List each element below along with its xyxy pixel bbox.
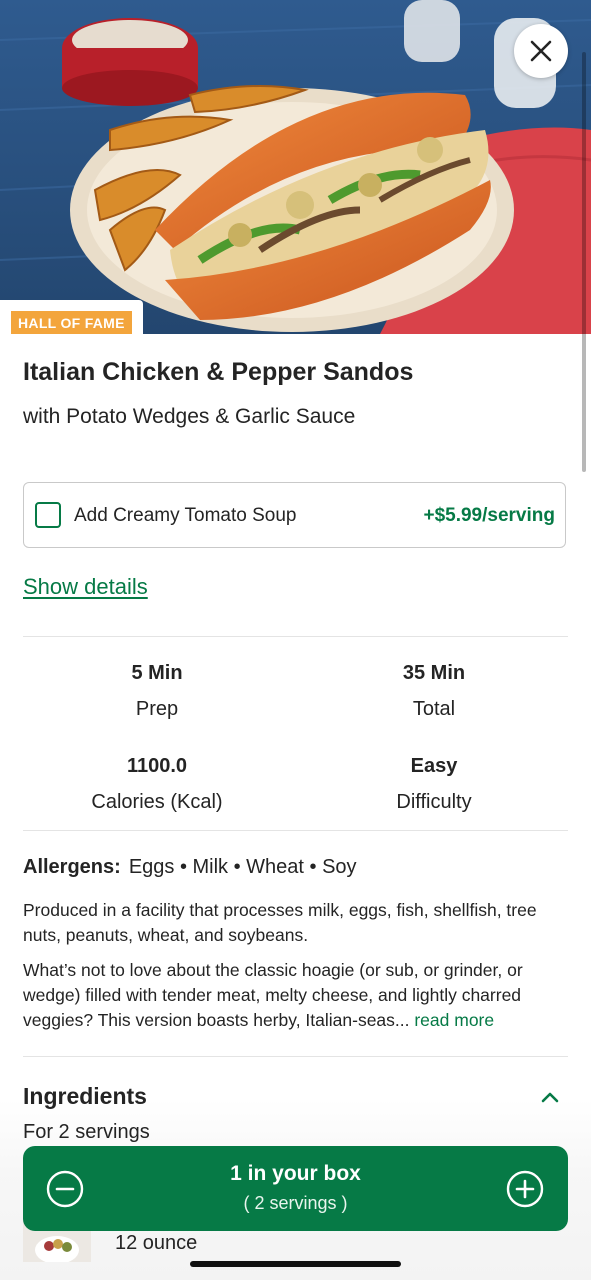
cart-count: 1 in your box xyxy=(230,1162,361,1185)
show-details-link[interactable]: Show details xyxy=(23,574,148,600)
collapse-ingredients-button[interactable] xyxy=(538,1086,562,1110)
ingredients-servings: For 2 servings xyxy=(23,1121,150,1143)
stat-difficulty: Easy Difficulty xyxy=(334,755,534,814)
hall-of-fame-badge: HALL OF FAME xyxy=(11,311,132,334)
divider xyxy=(23,1056,568,1057)
recipe-title: Italian Chicken & Pepper Sandos xyxy=(23,358,414,386)
read-more-link[interactable]: read more xyxy=(414,1010,494,1030)
stat-total: 35 Min Total xyxy=(334,662,534,721)
facility-note: Produced in a facility that processes mi… xyxy=(23,900,537,945)
stat-label: Total xyxy=(412,698,456,720)
home-indicator[interactable] xyxy=(190,1261,401,1267)
recipe-subtitle: with Potato Wedges & Garlic Sauce xyxy=(23,405,356,428)
hero-image xyxy=(0,0,591,334)
close-button[interactable] xyxy=(514,24,568,78)
plus-circle-icon xyxy=(506,1170,544,1208)
stat-label: Difficulty xyxy=(396,791,472,813)
increase-quantity-button[interactable] xyxy=(506,1170,544,1208)
addon-price: +$5.99/serving xyxy=(423,505,555,526)
allergens-label: Allergens: xyxy=(23,856,121,878)
recipe-photo xyxy=(0,0,591,334)
stat-value: 35 Min xyxy=(402,662,466,684)
stat-calories: 1100.0 Calories (Kcal) xyxy=(57,755,257,814)
recipe-description: What’s not to love about the classic hoa… xyxy=(23,958,571,1033)
allergens-row: Allergens: Eggs • Milk • Wheat • Soy xyxy=(23,856,357,879)
stat-value: 5 Min xyxy=(131,662,183,684)
close-icon xyxy=(530,40,552,62)
stat-value: Easy xyxy=(410,755,458,777)
stat-label: Prep xyxy=(135,698,179,720)
stat-value: 1100.0 xyxy=(126,755,188,777)
addon-option[interactable]: Add Creamy Tomato Soup +$5.99/serving xyxy=(23,482,566,548)
allergens-list: Eggs • Milk • Wheat • Soy xyxy=(128,856,357,878)
ingredients-title: Ingredients xyxy=(23,1083,147,1109)
stat-prep: 5 Min Prep xyxy=(57,662,257,721)
cart-bar: 1 in your box ( 2 servings ) xyxy=(23,1146,568,1231)
cart-servings: ( 2 servings ) xyxy=(243,1193,348,1213)
divider xyxy=(23,636,568,637)
chevron-up-icon xyxy=(541,1092,559,1103)
addon-checkbox[interactable] xyxy=(35,502,61,528)
divider xyxy=(23,830,568,831)
scrollbar[interactable] xyxy=(582,52,586,472)
addon-label: Add Creamy Tomato Soup xyxy=(74,505,297,526)
ingredient-quantity: 12 ounce xyxy=(115,1232,198,1254)
stat-label: Calories (Kcal) xyxy=(91,791,223,813)
